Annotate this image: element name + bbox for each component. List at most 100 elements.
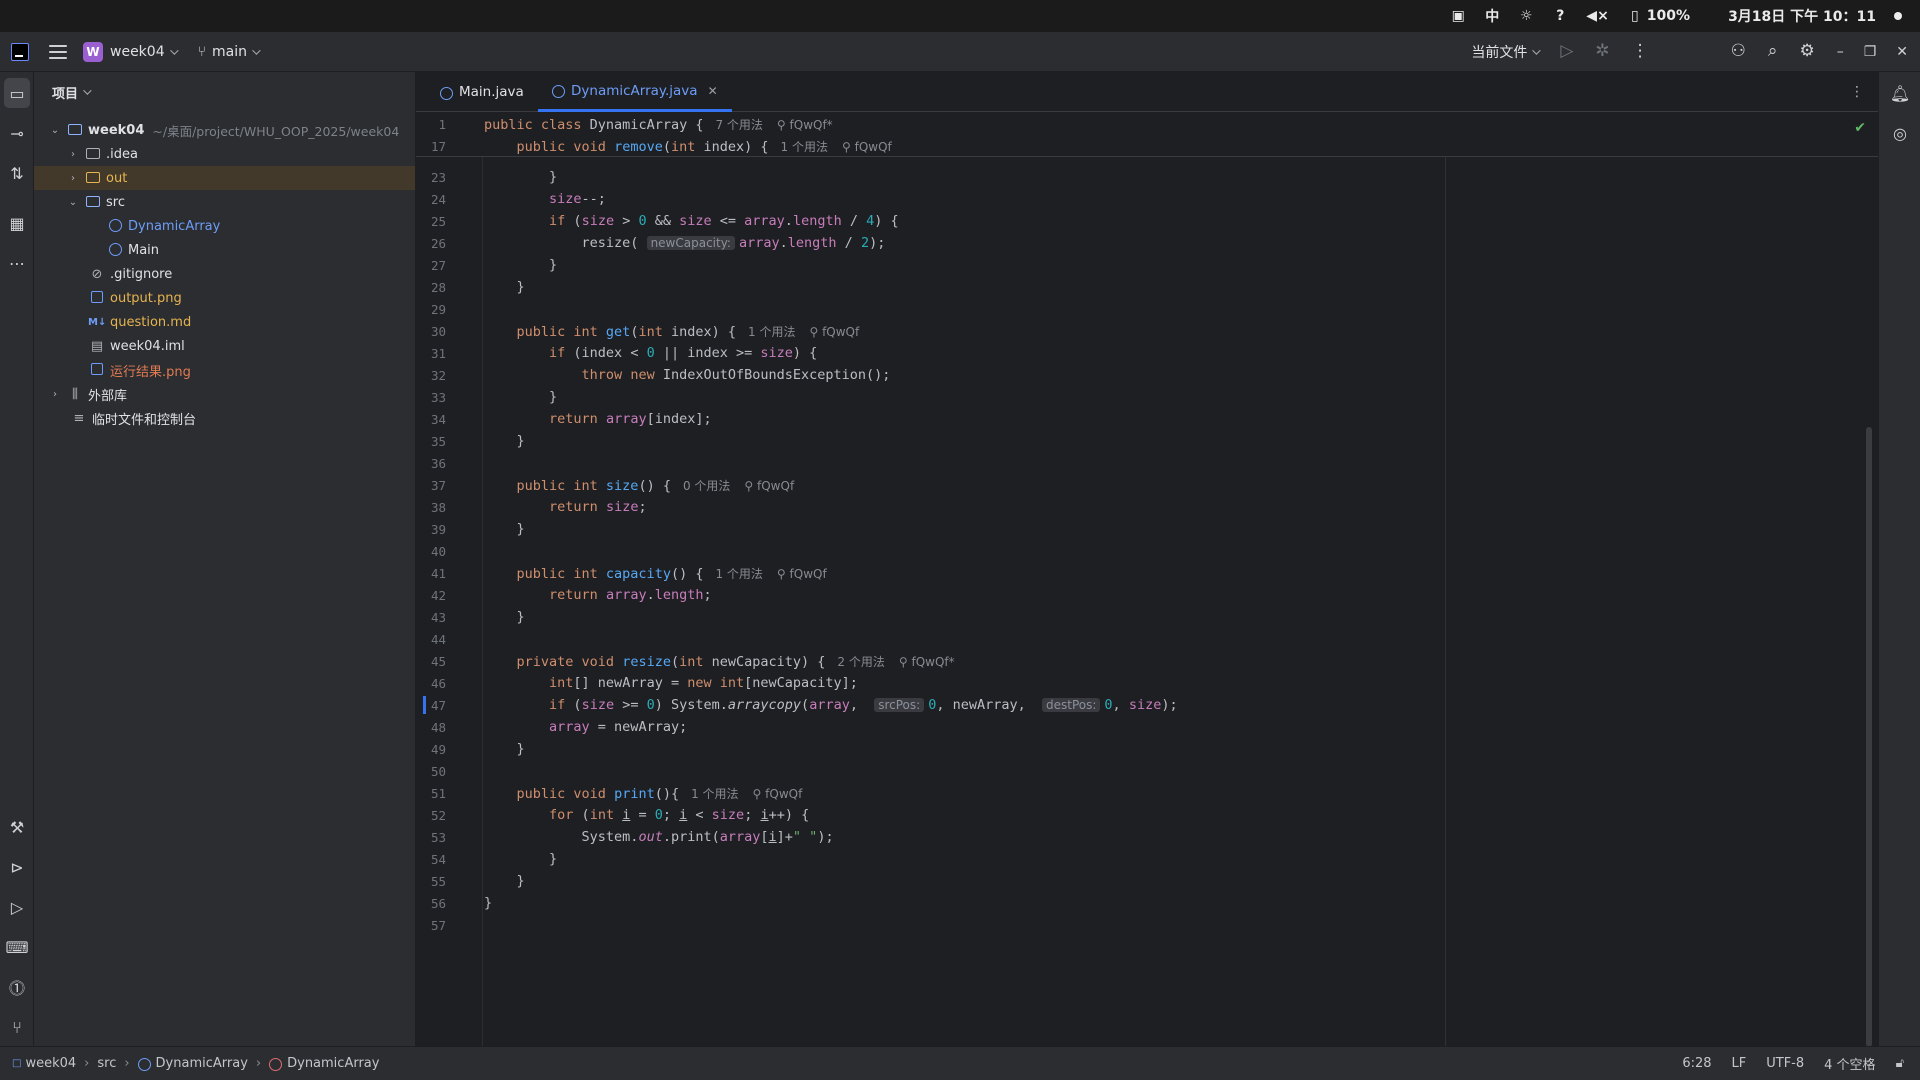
- usage-count[interactable]: 1 个用法: [691, 787, 738, 801]
- code-line[interactable]: 42 return array.length;: [416, 584, 1856, 606]
- author-hint[interactable]: ⚲ fQwQf: [753, 787, 803, 801]
- services-icon[interactable]: ⊳: [0, 852, 34, 882]
- commit-icon[interactable]: ⊸: [0, 118, 34, 148]
- read-only-lock-icon[interactable]: 🔓︎: [1896, 1056, 1904, 1071]
- code-line[interactable]: 48 array = newArray;: [416, 716, 1856, 738]
- code-line[interactable]: 23 }: [416, 166, 1856, 188]
- code-line[interactable]: 53 System.out.print(array[i]+" ");: [416, 826, 1856, 848]
- indent-setting[interactable]: 4 个空格: [1824, 1054, 1875, 1073]
- breadcrumb-item[interactable]: src: [97, 1056, 116, 1071]
- structure-icon[interactable]: ▦: [0, 208, 34, 238]
- code-line[interactable]: 1 public class DynamicArray {7 个用法 ⚲ fQwQ…: [416, 113, 1856, 135]
- branch-switcher[interactable]: main: [212, 44, 247, 60]
- breadcrumb-item[interactable]: week04: [25, 1056, 76, 1071]
- run-icon[interactable]: ▷: [1560, 43, 1573, 60]
- chevron-down-icon[interactable]: [83, 86, 92, 95]
- code-line[interactable]: 29: [416, 298, 1856, 320]
- usage-count[interactable]: 1 个用法: [715, 567, 762, 581]
- tree-item-week04-iml[interactable]: ▤ week04.iml: [34, 334, 415, 358]
- author-hint[interactable]: ⚲ fQwQf*: [899, 655, 955, 669]
- code-line[interactable]: 24 size--;: [416, 188, 1856, 210]
- pull-requests-icon[interactable]: ⇅: [0, 158, 34, 188]
- main-menu-icon[interactable]: [49, 44, 67, 59]
- git-branch-icon[interactable]: ⑂: [198, 44, 206, 60]
- restore-icon[interactable]: ❐: [1864, 44, 1877, 60]
- tree-item-question-md[interactable]: M↓ question.md: [34, 310, 415, 334]
- add-user-icon[interactable]: ⚇: [1731, 43, 1746, 60]
- code-line[interactable]: 56}: [416, 892, 1856, 914]
- code-line[interactable]: 35 }: [416, 430, 1856, 452]
- code-line[interactable]: 25 if (size > 0 && size <= array.length …: [416, 210, 1856, 232]
- close-window-icon[interactable]: ✕: [1896, 44, 1908, 60]
- code-line[interactable]: 34 return array[index];: [416, 408, 1856, 430]
- code-line[interactable]: 27 }: [416, 254, 1856, 276]
- tree-item-dynamicarray[interactable]: DynamicArray: [34, 214, 415, 238]
- settings-gear-icon[interactable]: ⚙: [1799, 43, 1814, 60]
- minimize-icon[interactable]: –: [1837, 44, 1844, 60]
- ai-assistant-icon[interactable]: ◎: [1883, 118, 1917, 148]
- usage-count[interactable]: 7 个用法: [715, 118, 762, 132]
- code-line[interactable]: 41 public int capacity() {1 个用法 ⚲ fQwQf: [416, 562, 1856, 584]
- more-actions-icon[interactable]: ⋮: [1632, 43, 1649, 60]
- breadcrumb-item[interactable]: DynamicArray: [287, 1056, 379, 1071]
- code-line[interactable]: 31 if (index < 0 || index >= size) {: [416, 342, 1856, 364]
- code-line[interactable]: 33 }: [416, 386, 1856, 408]
- clipboard-icon[interactable]: ▣: [1450, 7, 1466, 25]
- clock[interactable]: 3月18日 下午 10：11: [1728, 6, 1876, 26]
- expand-arrow-icon[interactable]: ›: [48, 389, 62, 400]
- project-folder-icon[interactable]: ▭: [4, 78, 30, 108]
- code-line[interactable]: 38 return size;: [416, 496, 1856, 518]
- expand-arrow-icon[interactable]: ›: [66, 173, 80, 184]
- author-hint[interactable]: ⚲ fQwQf: [777, 567, 827, 581]
- editor-scrollbar[interactable]: [1866, 427, 1872, 1047]
- project-switcher[interactable]: week04: [110, 44, 165, 60]
- tree-item-scratches[interactable]: ≡ 临时文件和控制台: [34, 406, 415, 430]
- code-line[interactable]: 49 }: [416, 738, 1856, 760]
- collapse-arrow-icon[interactable]: ⌄: [48, 125, 62, 136]
- problems-icon[interactable]: ⓵: [0, 972, 34, 1002]
- tree-item-external-libraries[interactable]: › ⫼ 外部库: [34, 382, 415, 406]
- author-hint[interactable]: ⚲ fQwQf: [842, 140, 892, 154]
- code-line[interactable]: 39 }: [416, 518, 1856, 540]
- code-line[interactable]: 52 for (int i = 0; i < size; i++) {: [416, 804, 1856, 826]
- file-encoding[interactable]: UTF-8: [1766, 1056, 1804, 1071]
- project-badge[interactable]: W: [83, 41, 103, 62]
- tree-item-gitignore[interactable]: ⊘ .gitignore: [34, 262, 415, 286]
- no-problems-check-icon[interactable]: ✔: [1854, 120, 1866, 136]
- search-icon[interactable]: ⌕: [1768, 43, 1778, 60]
- author-hint[interactable]: ⚲ fQwQf: [809, 325, 859, 339]
- input-method-indicator[interactable]: 中: [1484, 7, 1500, 25]
- chevron-down-icon[interactable]: [252, 45, 261, 55]
- chevron-down-icon[interactable]: [169, 45, 179, 55]
- author-hint[interactable]: ⚲ fQwQf: [744, 479, 794, 493]
- code-line[interactable]: 46 int[] newArray = new int[newCapacity]…: [416, 672, 1856, 694]
- code-line[interactable]: 26 resize( newCapacity: array.length / 2)…: [416, 232, 1856, 254]
- wifi-icon[interactable]: ?: [1552, 7, 1568, 25]
- code-line[interactable]: 37 public int size() {0 个用法 ⚲ fQwQf: [416, 474, 1856, 496]
- git-icon[interactable]: ⑂: [0, 1012, 34, 1042]
- code-line[interactable]: 40: [416, 540, 1856, 562]
- tree-item-out[interactable]: › out: [34, 166, 415, 190]
- code-line[interactable]: 51 public void print(){1 个用法 ⚲ fQwQf: [416, 782, 1856, 804]
- code-line[interactable]: 32 throw new IndexOutOfBoundsException()…: [416, 364, 1856, 386]
- usage-count[interactable]: 2 个用法: [837, 655, 884, 669]
- code-line[interactable]: 54 }: [416, 848, 1856, 870]
- cursor-position[interactable]: 6:28: [1682, 1056, 1711, 1071]
- notification-dot-icon[interactable]: [1894, 12, 1902, 20]
- project-panel-header[interactable]: 项目: [34, 72, 415, 112]
- code-line[interactable]: 47 if (size >= 0) System.arraycopy(array…: [416, 694, 1856, 716]
- code-line[interactable]: 28 }: [416, 276, 1856, 298]
- author-hint[interactable]: ⚲ fQwQf*: [777, 118, 833, 132]
- breadcrumb-item[interactable]: DynamicArray: [156, 1056, 248, 1071]
- terminal-icon[interactable]: ⌨: [0, 932, 34, 962]
- tree-item-result-png[interactable]: 运行结果.png: [34, 358, 415, 382]
- code-line[interactable]: 17 public void remove(int index) {1 个用法 ⚲…: [416, 135, 1856, 157]
- expand-arrow-icon[interactable]: ›: [66, 149, 80, 160]
- more-tools-icon[interactable]: ⋯: [0, 248, 34, 278]
- usage-count[interactable]: 0 个用法: [683, 479, 730, 493]
- code-line[interactable]: 36: [416, 452, 1856, 474]
- usage-count[interactable]: 1 个用法: [748, 325, 795, 339]
- brightness-icon[interactable]: ☼: [1518, 7, 1534, 25]
- tree-item-output-png[interactable]: output.png: [34, 286, 415, 310]
- code-line[interactable]: 57: [416, 914, 1856, 936]
